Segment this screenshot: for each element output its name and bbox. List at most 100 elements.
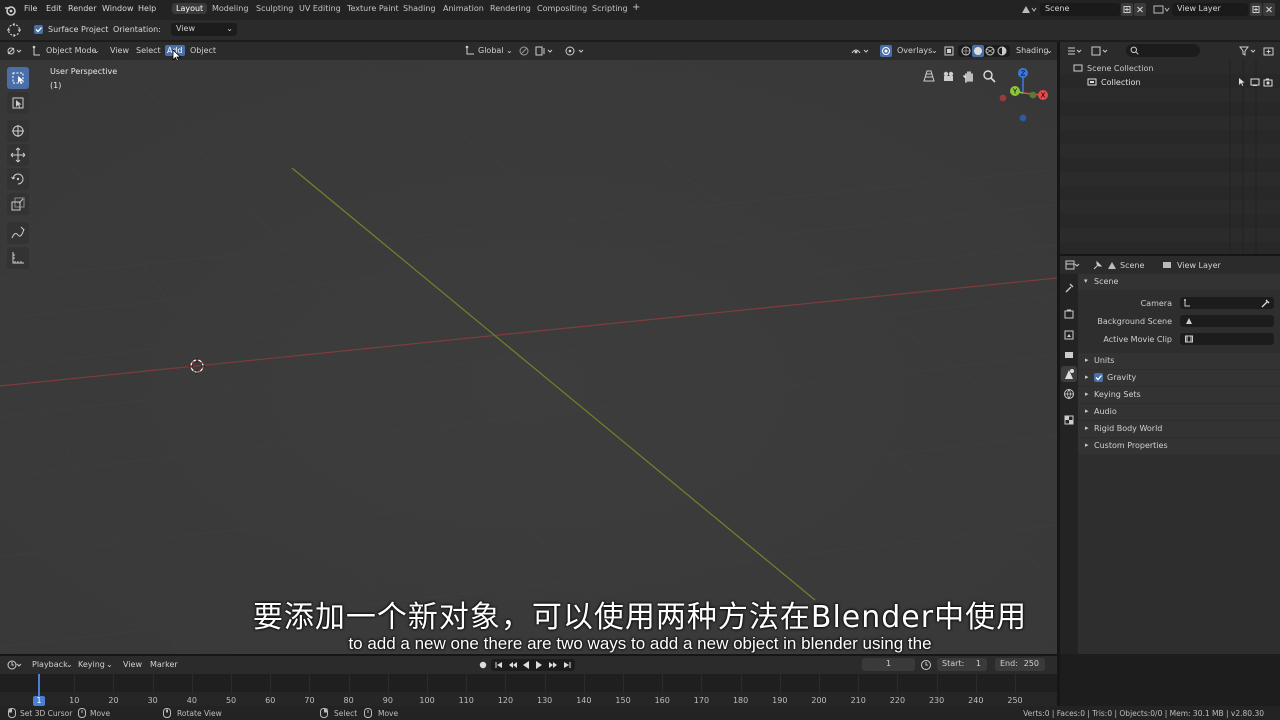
current-frame-field[interactable]: 1 [862,658,915,671]
delete-view-layer-icon[interactable] [1263,3,1275,16]
menu-view[interactable]: View [110,46,129,55]
camera-icon[interactable] [941,68,957,84]
toggle-camera-view-icon[interactable] [921,68,937,84]
surface-project-checkbox[interactable] [34,25,43,34]
visibility-icon[interactable] [850,45,872,57]
playback-menu[interactable]: Playback [32,660,68,669]
view-layer-selector[interactable]: View Layer [1172,3,1248,16]
tab-uv-editing[interactable]: UV Editing [299,4,341,13]
marker-menu[interactable]: Marker [150,660,178,669]
menu-select[interactable]: Select [136,46,161,55]
tab-rendering[interactable]: Rendering [490,4,531,13]
keying-menu[interactable]: Keying [78,660,105,669]
delete-scene-icon[interactable] [1134,3,1146,16]
overlays-toggle-icon[interactable] [880,45,892,57]
jump-keyframe-forward-icon[interactable] [547,659,559,671]
properties-breadcrumb-view-layer[interactable]: View Layer [1177,261,1221,270]
custom-properties-panel-header[interactable]: ▸ Custom Properties [1078,438,1280,454]
pin-scene-icon[interactable] [1092,259,1104,271]
tab-animation[interactable]: Animation [443,4,484,13]
cursor-tool[interactable] [7,92,29,114]
translate-tool[interactable] [7,144,29,166]
scene-collection-item[interactable]: Scene Collection [1087,64,1154,73]
select-box-tool[interactable] [7,67,29,89]
active-movie-clip-field[interactable] [1180,333,1274,345]
timeline-editor-type-icon[interactable] [6,659,24,671]
menu-window[interactable]: Window [102,4,134,13]
snap-icon[interactable] [534,45,554,57]
material-shading-icon[interactable] [984,45,996,57]
orientation-dropdown[interactable]: View ⌄ [171,23,237,36]
rigid-body-world-panel-header[interactable]: ▸ Rigid Body World [1078,421,1280,437]
play-reverse-icon[interactable] [520,659,532,671]
tab-scripting[interactable]: Scripting [592,4,628,13]
scene-panel-header[interactable]: ▾ Scene [1078,274,1280,290]
pivot-point-icon[interactable] [518,45,530,57]
annotate-tool[interactable] [7,222,29,244]
units-panel-header[interactable]: ▸ Units [1078,353,1280,369]
timeline-area[interactable]: 1 10 20 30 40 50 60 70 80 90 100 110 120 130 140 150 160… [0,674,1057,706]
shading-dropdown[interactable]: Shading [1016,46,1049,55]
measure-tool[interactable] [7,247,29,269]
scene-selector[interactable]: Scene [1040,3,1120,16]
overlays-dropdown[interactable]: Overlays [897,46,932,55]
outliner-editor-type-icon[interactable] [1066,45,1084,57]
rotate-tool[interactable] [7,168,29,190]
new-view-layer-button[interactable] [1250,3,1262,16]
outliner-search-input[interactable] [1126,44,1200,57]
menu-object[interactable]: Object [190,46,216,55]
new-collection-icon[interactable] [1262,45,1276,57]
jump-keyframe-back-icon[interactable] [507,659,519,671]
camera-field[interactable] [1180,297,1274,309]
scene-icon[interactable] [1020,3,1038,16]
properties-editor-type-icon[interactable] [1064,259,1082,271]
output-tab-icon[interactable] [1063,329,1075,341]
selectable-toggle-icon[interactable] [1237,77,1247,87]
texture-tab-icon[interactable] [1063,414,1075,426]
xray-icon[interactable] [943,45,955,57]
tab-texture-paint[interactable]: Texture Paint [347,4,399,13]
jump-start-icon[interactable] [493,659,505,671]
navigation-gizmo[interactable]: Z Y X [995,65,1051,127]
menu-help[interactable]: Help [138,4,156,13]
preview-range-icon[interactable] [920,659,932,671]
scale-tool[interactable] [7,193,29,215]
view-layer-tab-icon[interactable] [1063,349,1075,361]
disable-in-renders-icon[interactable] [1263,77,1273,87]
tab-modeling[interactable]: Modeling [212,4,248,13]
transform-orientation-dropdown[interactable]: Global [478,46,504,55]
rendered-shading-icon[interactable] [996,45,1008,57]
display-mode-icon[interactable] [1090,45,1110,57]
audio-panel-header[interactable]: ▸ Audio [1078,404,1280,420]
menu-render[interactable]: Render [68,4,96,13]
proportional-editing-icon[interactable] [564,45,586,57]
end-frame-field[interactable]: End: 250 [995,658,1045,671]
cursor-tool-icon[interactable] [6,22,22,38]
menu-file[interactable]: File [24,4,37,13]
world-tab-icon[interactable] [1063,388,1075,400]
hide-in-viewport-icon[interactable] [1250,77,1260,87]
render-tab-icon[interactable] [1063,308,1075,320]
collection-item[interactable]: Collection [1101,78,1141,87]
object-mode-dropdown[interactable]: Object Mode [46,46,96,55]
move-tool[interactable] [7,120,29,142]
solid-shading-icon[interactable] [972,45,984,57]
3d-cursor-icon[interactable] [189,358,205,374]
tab-layout[interactable]: Layout [172,3,208,14]
3d-viewport[interactable]: User Perspective (1) Z Y X 要添加一个新对象，可以使用… [0,60,1057,654]
gravity-panel-header[interactable]: ▸ Gravity [1078,370,1280,386]
view-layer-icon[interactable] [1152,3,1170,16]
start-frame-field[interactable]: Start: 1 [937,658,987,671]
record-icon[interactable] [477,659,489,671]
tab-sculpting[interactable]: Sculpting [256,4,293,13]
wireframe-shading-icon[interactable] [960,45,972,57]
gravity-checkbox[interactable] [1094,373,1103,382]
properties-breadcrumb-scene[interactable]: Scene [1120,261,1144,270]
pan-view-icon[interactable] [961,68,977,84]
add-workspace-button[interactable]: + [632,2,640,13]
background-scene-field[interactable] [1180,315,1274,327]
keying-sets-panel-header[interactable]: ▸ Keying Sets [1078,387,1280,403]
tab-shading[interactable]: Shading [403,4,436,13]
filter-icon[interactable] [1238,45,1260,57]
play-icon[interactable] [533,659,545,671]
